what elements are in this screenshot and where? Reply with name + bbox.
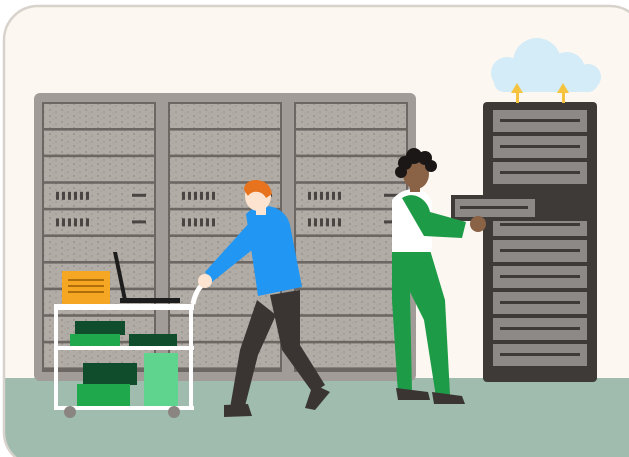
rack-unit-slot: [500, 145, 580, 148]
rack-unit-slot: [500, 353, 580, 356]
rack-unit-slot: [500, 275, 580, 278]
server-room-scene: [2, 4, 629, 457]
folder-icon: [62, 271, 110, 304]
rack-unit-slot: [500, 327, 580, 330]
rack-unit-slot: [500, 249, 580, 252]
rack-unit-slot: [500, 119, 580, 122]
rack-unit-slot: [500, 223, 580, 226]
rack-unit-slot: [500, 171, 580, 174]
rack-unit-slot: [500, 301, 580, 304]
server-rack-icon: [294, 102, 408, 372]
